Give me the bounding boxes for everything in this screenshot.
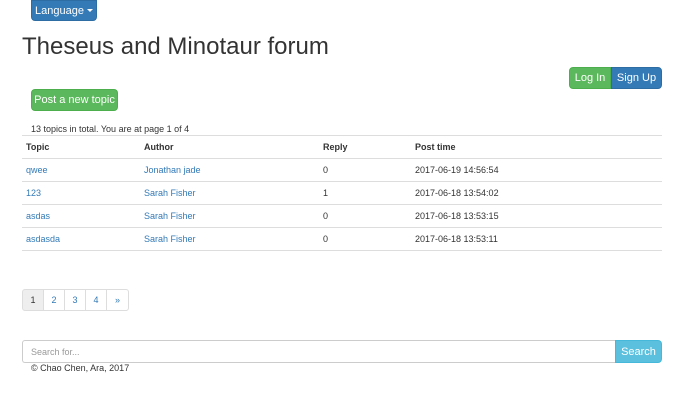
pagination: 1 2 3 4 » [22,289,129,311]
table-row: qwee Jonathan jade 0 2017-06-19 14:56:54 [22,158,662,182]
topic-link[interactable]: 123 [26,188,41,198]
table-row: asdas Sarah Fisher 0 2017-06-18 13:53:15 [22,204,662,228]
table-header-row: Topic Author Reply Post time [22,135,662,159]
search-button[interactable]: Search [615,340,662,363]
topic-link[interactable]: qwee [26,165,48,175]
signup-button[interactable]: Sign Up [611,67,662,89]
footer-copyright: © Chao Chen, Ara, 2017 [31,363,130,373]
page-title: Theseus and Minotaur forum [22,33,329,60]
topics-summary: 13 topics in total. You are at page 1 of… [31,124,190,134]
post-time: 2017-06-19 14:56:54 [411,158,662,182]
column-header-topic: Topic [22,135,140,159]
post-time: 2017-06-18 13:53:11 [411,227,662,251]
table-row: 123 Sarah Fisher 1 2017-06-18 13:54:02 [22,181,662,205]
author-link[interactable]: Jonathan jade [144,165,201,175]
table-row: asdasda Sarah Fisher 0 2017-06-18 13:53:… [22,227,662,251]
reply-count: 0 [319,204,411,228]
column-header-reply: Reply [319,135,411,159]
author-link[interactable]: Sarah Fisher [144,188,196,198]
language-label: Language [35,4,84,17]
search-input[interactable] [22,340,616,363]
post-time: 2017-06-18 13:53:15 [411,204,662,228]
column-header-author: Author [140,135,319,159]
column-header-post-time: Post time [411,135,662,159]
author-link[interactable]: Sarah Fisher [144,211,196,221]
reply-count: 0 [319,227,411,251]
language-dropdown-button[interactable]: Language [31,0,97,21]
author-link[interactable]: Sarah Fisher [144,234,196,244]
login-button[interactable]: Log In [569,67,611,89]
page-link-1[interactable]: 1 [22,289,44,311]
reply-count: 0 [319,158,411,182]
page-link-3[interactable]: 3 [64,289,86,311]
reply-count: 1 [319,181,411,205]
auth-button-group: Log In Sign Up [569,67,662,89]
topics-table: Topic Author Reply Post time qwee Jonath… [22,135,662,251]
topic-link[interactable]: asdas [26,211,50,221]
topic-link[interactable]: asdasda [26,234,60,244]
next-page-link[interactable]: » [106,289,129,311]
post-new-topic-button[interactable]: Post a new topic [31,89,118,111]
post-time: 2017-06-18 13:54:02 [411,181,662,205]
caret-down-icon [86,9,93,12]
page-link-2[interactable]: 2 [43,289,65,311]
page-link-4[interactable]: 4 [85,289,107,311]
